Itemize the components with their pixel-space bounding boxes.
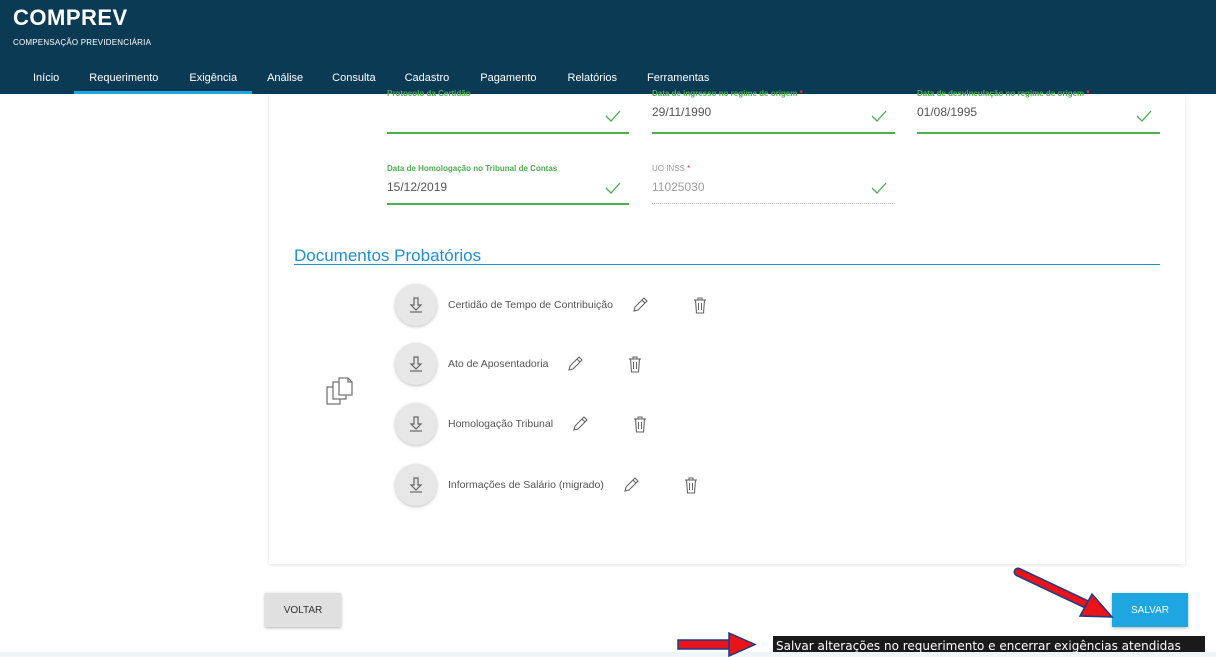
trash-icon bbox=[684, 477, 697, 494]
nav-item-exigencia[interactable]: Exigência bbox=[173, 62, 252, 94]
check-icon bbox=[605, 110, 621, 122]
edit-button[interactable] bbox=[620, 474, 642, 496]
edit-button[interactable] bbox=[564, 353, 586, 375]
edit-button[interactable] bbox=[629, 294, 651, 316]
download-icon bbox=[409, 356, 423, 372]
section-title-documentos: Documentos Probatórios bbox=[294, 246, 482, 265]
bottom-strip bbox=[0, 652, 1216, 657]
app-subtitle: COMPENSAÇÃO PREVIDENCIÁRIA bbox=[13, 38, 152, 47]
document-name: Certidão de Tempo de Contribuição bbox=[448, 299, 613, 311]
document-row: Certidão de Tempo de Contribuição bbox=[395, 283, 711, 327]
uo-inss-underline bbox=[652, 203, 895, 204]
data-homologacao-label: Data de Homologação no Tribunal de Conta… bbox=[387, 164, 558, 173]
back-button[interactable]: VOLTAR bbox=[265, 593, 341, 627]
document-name: Ato de Aposentadoria bbox=[448, 358, 549, 370]
data-ingresso-field[interactable]: Data de ingresso no regime de origem * 2… bbox=[652, 88, 895, 134]
nav-item-requerimento[interactable]: Requerimento bbox=[74, 62, 174, 94]
data-desvinculacao-value: 01/08/1995 bbox=[917, 105, 978, 119]
delete-button[interactable] bbox=[629, 413, 651, 435]
protocolo-field[interactable]: Protocolo da Certidão bbox=[387, 88, 629, 134]
nav-item-analise[interactable]: Análise bbox=[252, 62, 318, 94]
check-icon bbox=[1136, 110, 1152, 122]
document-row: Homologação Tribunal bbox=[395, 402, 651, 446]
delete-button[interactable] bbox=[624, 353, 646, 375]
uo-inss-field: UO INSS * 11025030 bbox=[652, 164, 895, 208]
uo-inss-value: 11025030 bbox=[652, 180, 705, 194]
trash-icon bbox=[694, 297, 706, 314]
download-icon bbox=[409, 477, 423, 493]
check-icon bbox=[605, 182, 621, 194]
trash-icon bbox=[629, 356, 642, 373]
data-homologacao-value: 15/12/2019 bbox=[387, 180, 448, 194]
edit-pencil-icon bbox=[633, 297, 648, 312]
section-divider bbox=[294, 264, 1160, 265]
app-title: COMPREV bbox=[13, 5, 128, 30]
data-desvinculacao-underline bbox=[917, 132, 1160, 134]
save-button[interactable]: SALVAR bbox=[1112, 593, 1188, 627]
edit-pencil-icon bbox=[624, 477, 639, 492]
nav-item-inicio[interactable]: Início bbox=[0, 62, 74, 94]
data-desvinculacao-label: Data de desvinculação no regime de orige… bbox=[917, 89, 1090, 98]
document-row: Informações de Salário (migrado) bbox=[395, 463, 702, 507]
data-homologacao-field[interactable]: Data de Homologação no Tribunal de Conta… bbox=[387, 164, 629, 208]
download-icon bbox=[409, 416, 423, 432]
document-name: Informações de Salário (migrado) bbox=[448, 479, 604, 491]
uo-inss-label: UO INSS * bbox=[652, 164, 691, 173]
top-header: COMPREV COMPENSAÇÃO PREVIDENCIÁRIA Iníci… bbox=[0, 0, 1216, 94]
data-ingresso-underline bbox=[652, 132, 895, 134]
documents-stack-icon bbox=[326, 377, 353, 405]
data-homologacao-underline bbox=[387, 203, 629, 205]
document-name: Homologação Tribunal bbox=[448, 418, 554, 430]
trash-icon bbox=[634, 416, 647, 433]
download-button[interactable] bbox=[395, 403, 437, 445]
requerimento-card: Protocolo da Certidão Data de ingresso n… bbox=[269, 89, 1185, 564]
nav-item-consulta[interactable]: Consulta bbox=[318, 62, 390, 94]
data-ingresso-label: Data de ingresso no regime de origem * bbox=[652, 89, 803, 98]
download-button[interactable] bbox=[395, 284, 437, 326]
download-icon bbox=[409, 297, 423, 313]
edit-pencil-icon bbox=[568, 356, 584, 371]
data-desvinculacao-field[interactable]: Data de desvinculação no regime de orige… bbox=[917, 88, 1160, 134]
download-button[interactable] bbox=[395, 464, 437, 506]
check-icon bbox=[871, 182, 887, 194]
download-button[interactable] bbox=[395, 343, 437, 385]
edit-pencil-icon bbox=[573, 416, 588, 431]
delete-button[interactable] bbox=[680, 474, 702, 496]
delete-button[interactable] bbox=[689, 294, 711, 316]
red-arrow-annotation bbox=[1013, 567, 1114, 618]
red-arrow-annotation bbox=[677, 631, 757, 657]
data-ingresso-value: 29/11/1990 bbox=[652, 105, 712, 119]
page: COMPREV COMPENSAÇÃO PREVIDENCIÁRIA Iníci… bbox=[0, 0, 1216, 657]
edit-button[interactable] bbox=[569, 413, 591, 435]
check-icon bbox=[871, 110, 887, 122]
protocolo-label: Protocolo da Certidão bbox=[387, 89, 471, 98]
document-row: Ato de Aposentadoria bbox=[395, 342, 646, 386]
protocolo-underline bbox=[387, 132, 629, 134]
